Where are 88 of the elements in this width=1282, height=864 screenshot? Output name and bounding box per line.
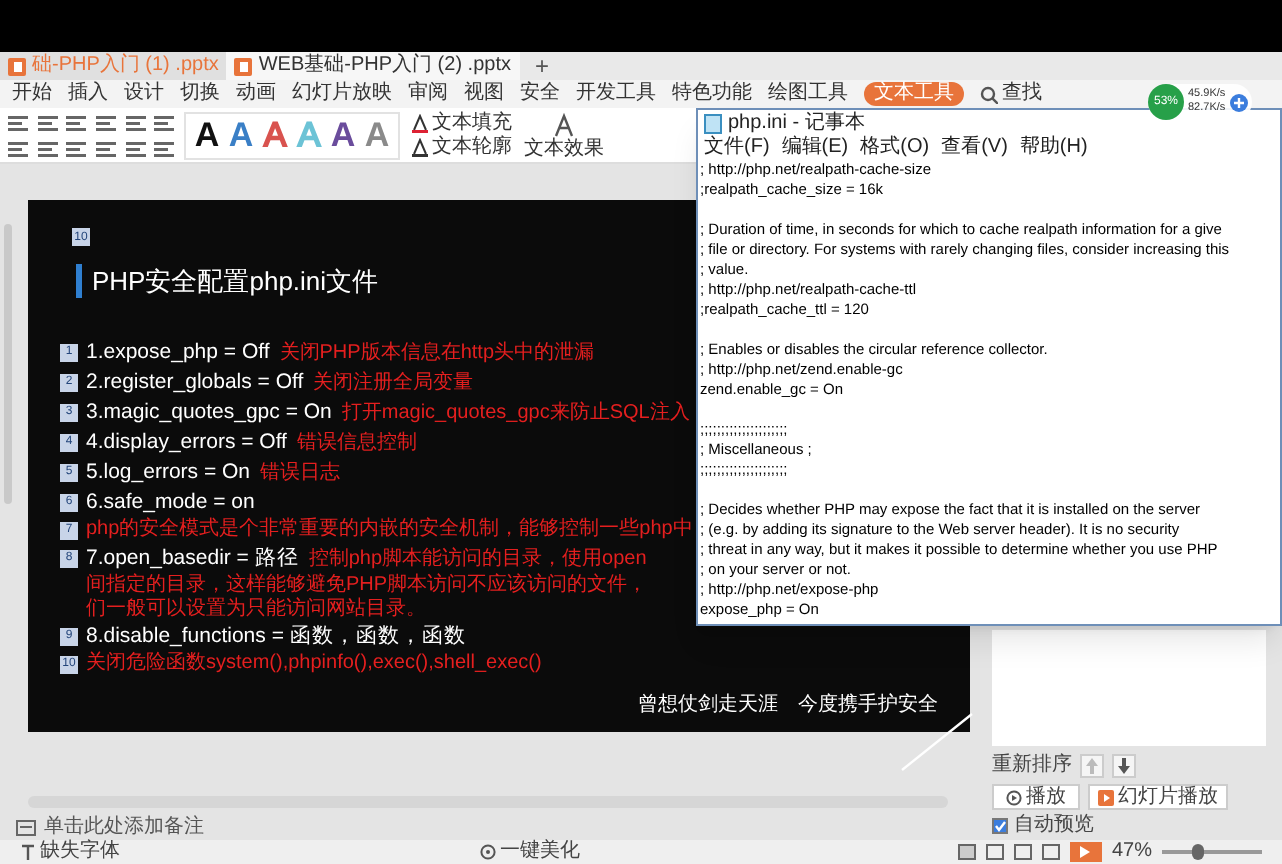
text-style-option[interactable]: A	[262, 118, 288, 152]
format-icon	[125, 139, 146, 157]
play-icon	[1080, 846, 1091, 858]
menu-item[interactable]: 查看(V)	[941, 138, 1008, 158]
window-title: php.ini - 记事本	[728, 113, 865, 133]
ribbon-tab[interactable]: 插入	[68, 82, 108, 106]
format-icon	[154, 139, 175, 157]
ribbon-tab[interactable]: 幻灯片放映	[292, 82, 392, 106]
ribbon-tab[interactable]: 开发工具	[576, 82, 656, 106]
slides-file-icon	[8, 57, 26, 75]
ribbon-tab[interactable]: 视图	[464, 82, 504, 106]
setting-line: 2.register_globals = Off	[86, 367, 304, 395]
footer-text: 今度携手护安全	[798, 691, 938, 720]
search-icon	[980, 85, 998, 103]
slideshow-play-button[interactable]	[1069, 842, 1102, 862]
letter-icon	[552, 111, 576, 137]
document-tab[interactable]: WEB基础-PHP入门 (2) .pptx	[226, 52, 519, 80]
footer-text: 曾想仗剑走天涯	[638, 691, 778, 720]
setting-line: 4.display_errors = Off	[86, 427, 287, 455]
slides-file-icon	[234, 57, 253, 75]
menu-item[interactable]: 编辑(E)	[781, 138, 849, 158]
play-button[interactable]: 播放	[992, 784, 1080, 810]
format-icon	[8, 113, 28, 131]
move-down-button[interactable]	[1112, 754, 1136, 778]
annotation-text: 间指定的目录，这样能够避免PHP脚本访问不应该访问的文件，	[86, 573, 648, 597]
play-icon	[1098, 789, 1114, 805]
letter-icon	[412, 113, 428, 133]
annotation-text: php的安全模式是个非常重要的内嵌的安全机制，能够控制一些php中	[86, 515, 693, 543]
setting-line: 5.log_errors = On	[86, 457, 251, 485]
checkmark-icon	[994, 820, 1006, 832]
move-up-button[interactable]	[1080, 754, 1104, 778]
format-icon	[37, 139, 58, 157]
menu-item[interactable]: 格式(O)	[860, 138, 930, 158]
auto-preview-checkbox[interactable]: 自动预览	[992, 816, 1266, 836]
reorder-label: 重新排序	[992, 756, 1072, 776]
title-accent-bar	[76, 264, 82, 299]
search-button[interactable]: 查找	[980, 84, 1042, 104]
setting-line: 1.expose_php = Off	[86, 337, 270, 365]
slide-title: PHP安全配置php.ini文件	[92, 264, 379, 300]
zoom-level: 47%	[1111, 842, 1152, 862]
text-style-option[interactable]: A	[330, 118, 356, 152]
ribbon-tab[interactable]: 绘图工具	[768, 82, 848, 106]
ribbon-tab[interactable]: 切换	[180, 82, 220, 106]
annotation-text: 错误信息控制	[296, 429, 417, 457]
ribbon-tab[interactable]: 开始	[12, 82, 52, 106]
text-outline-button[interactable]: 文本轮廓	[412, 135, 512, 159]
format-icon	[154, 113, 175, 131]
annotation-text: 关闭注册全局变量	[313, 369, 474, 397]
setting-line: 8.disable_functions = 函数，函数，函数	[86, 621, 466, 649]
font-icon	[20, 843, 36, 861]
annotation-text: 控制php脚本能访问的目录，使用open	[308, 545, 647, 573]
notepad-icon	[704, 113, 722, 133]
ribbon-tab[interactable]: 审阅	[408, 82, 448, 106]
format-icon	[66, 139, 87, 157]
annotation-line	[900, 712, 974, 772]
missing-fonts-button[interactable]: 缺失字体	[20, 842, 120, 862]
format-icon	[66, 113, 87, 131]
beautify-icon	[480, 844, 496, 860]
format-icon	[96, 139, 116, 157]
format-icon	[96, 113, 116, 131]
ribbon-tab[interactable]: 特色功能	[672, 82, 752, 106]
format-icon	[8, 139, 28, 157]
setting-line: 6.safe_mode = on	[86, 487, 255, 515]
play-icon	[1006, 789, 1022, 805]
notes-placeholder[interactable]: 单击此处添加备注	[44, 818, 204, 838]
notes-icon	[16, 820, 36, 836]
annotation-text: 打开magic_quotes_gpc来防止SQL注入	[341, 399, 690, 427]
ribbon-tab[interactable]: 安全	[520, 82, 560, 106]
setting-line: 3.magic_quotes_gpc = On	[86, 397, 332, 425]
slideshow-button[interactable]: 幻灯片播放	[1088, 784, 1228, 810]
letter-icon	[412, 137, 428, 157]
text-effect-button[interactable]: 文本效果	[524, 111, 604, 159]
text-fill-button[interactable]: 文本填充	[412, 111, 512, 135]
menu-item[interactable]: 帮助(H)	[1019, 138, 1088, 158]
format-icon	[125, 113, 146, 131]
beautify-button[interactable]: 一键美化	[480, 842, 580, 862]
ribbon-tab[interactable]: 设计	[124, 82, 164, 106]
text-style-option[interactable]: A	[194, 118, 220, 152]
menu-item[interactable]: 文件(F)	[704, 138, 770, 158]
annotation-text: 错误日志	[260, 459, 341, 487]
annotation-text: 们一般可以设置为只能访问网站目录。	[86, 597, 428, 621]
annotation-text: 关闭PHP版本信息在http头中的泄漏	[279, 339, 595, 367]
format-icon	[37, 113, 58, 131]
setting-line: 7.open_basedir = 路径	[86, 543, 299, 571]
new-tab-button[interactable]: +	[535, 54, 550, 78]
annotation-text: 关闭危险函数system(),phpinfo(),exec(),shell_exec()	[86, 649, 542, 677]
ribbon-tab[interactable]: 动画	[236, 82, 276, 106]
text-style-option[interactable]: A	[228, 118, 254, 152]
